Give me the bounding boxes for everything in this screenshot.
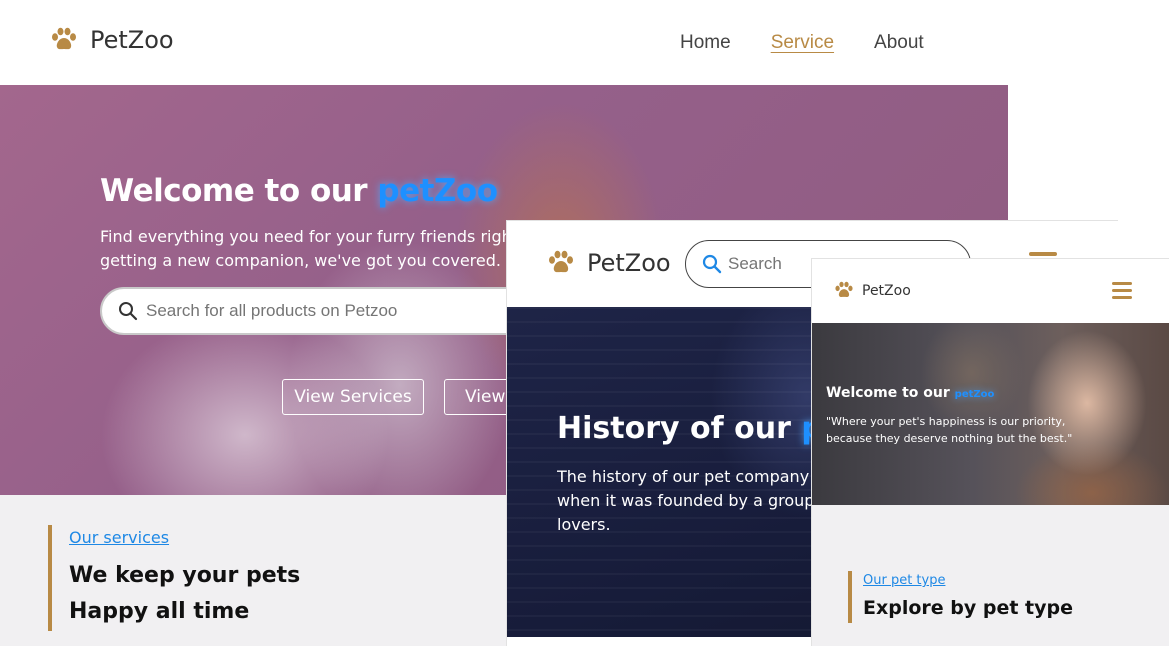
- mobile-hero-title-accent: petZoo: [954, 389, 995, 400]
- menu-icon[interactable]: [1029, 252, 1057, 256]
- history-text: The history of our pet company da when i…: [557, 465, 813, 537]
- history-title-prefix: History of our: [557, 411, 802, 446]
- search-icon: [119, 302, 138, 321]
- blank-area: [1008, 0, 1171, 220]
- hero-subtitle-line2: getting a new companion, we've got you c…: [100, 251, 501, 270]
- pet-type-section: Our pet type Explore by pet type: [812, 505, 1169, 646]
- history-text-line1: The history of our pet company da: [557, 467, 813, 486]
- mobile-hero: Welcome to our petZoo "Where your pet's …: [812, 323, 1169, 505]
- desktop-logo[interactable]: PetZoo: [50, 26, 174, 54]
- hero-search-bar[interactable]: [100, 287, 530, 335]
- hero-title-accent: petZoo: [377, 173, 498, 209]
- desktop-navbar: PetZoo Home Service About: [0, 0, 1008, 85]
- desktop-nav-links: Home Service About: [680, 32, 964, 54]
- hamburger-menu-icon[interactable]: [1112, 282, 1132, 300]
- section-accent-bar: [848, 571, 852, 623]
- history-text-line2: when it was founded by a group o: [557, 491, 813, 510]
- search-icon: [702, 254, 722, 274]
- mobile-hero-title-prefix: Welcome to our: [826, 385, 955, 401]
- mobile-hero-quote: "Where your pet's happiness is our prior…: [826, 415, 1073, 445]
- section-accent-bar: [48, 525, 52, 631]
- paw-icon: [835, 281, 853, 298]
- brand-name: PetZoo: [587, 249, 671, 277]
- history-title: History of our pe: [557, 411, 843, 446]
- nav-service[interactable]: Service: [771, 32, 834, 54]
- section-title-line2: Happy all time: [69, 599, 250, 624]
- nav-home[interactable]: Home: [680, 32, 731, 54]
- history-text-line3: lovers.: [557, 515, 611, 534]
- mobile-navbar: PetZoo: [812, 259, 1169, 323]
- nav-about[interactable]: About: [874, 32, 924, 54]
- mobile-logo[interactable]: PetZoo: [834, 281, 911, 300]
- section-title-line1: We keep your pets: [69, 563, 301, 588]
- tablet-logo[interactable]: PetZoo: [547, 249, 671, 277]
- our-services-link[interactable]: Our services: [69, 528, 169, 547]
- brand-name: PetZoo: [90, 26, 174, 54]
- brand-name: PetZoo: [862, 282, 911, 299]
- pet-type-title: Explore by pet type: [863, 597, 1074, 619]
- view-services-button[interactable]: View Services: [282, 379, 424, 415]
- mobile-hero-title: Welcome to our petZoo: [826, 385, 994, 401]
- hero-title-prefix: Welcome to our: [100, 173, 378, 209]
- paw-icon: [52, 27, 76, 50]
- hero-subtitle-line1: Find everything you need for your furry …: [100, 227, 510, 246]
- hero-search-input[interactable]: [146, 301, 506, 321]
- hero-subtitle: Find everything you need for your furry …: [100, 225, 510, 273]
- our-pet-type-link[interactable]: Our pet type: [863, 573, 945, 588]
- paw-icon: [549, 250, 573, 273]
- mobile-home-page: PetZoo Welcome to our petZoo "Where your…: [811, 258, 1169, 646]
- hero-title: Welcome to our petZoo: [100, 173, 498, 209]
